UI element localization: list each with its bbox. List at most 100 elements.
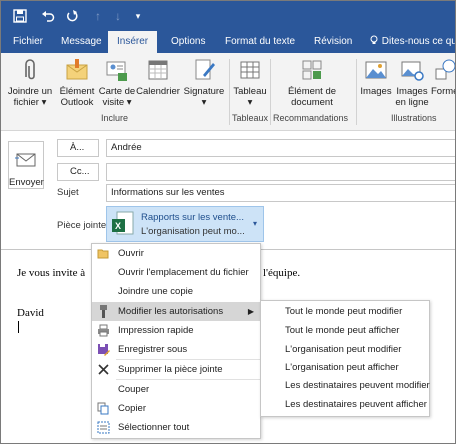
group-label-tableaux: Tableaux <box>232 113 269 123</box>
shapes-button[interactable]: Forme <box>431 57 456 97</box>
image-icon <box>363 57 389 83</box>
attachment-context-menu: Ouvrir Ouvrir l'emplacement du fichier J… <box>91 243 261 439</box>
title-bar: ↑ ↓ ▾ <box>1 1 455 31</box>
subject-field[interactable]: Informations sur les ventes <box>106 184 455 202</box>
online-images-button[interactable]: Images en ligne <box>393 57 431 108</box>
printer-icon <box>97 324 110 337</box>
save-as-icon <box>97 343 110 356</box>
delete-x-icon <box>97 363 110 376</box>
menu-item-ouvrir[interactable]: Ouvrir <box>92 244 260 263</box>
signature-icon <box>191 57 217 83</box>
images-label: Images <box>360 86 392 97</box>
undo-icon[interactable] <box>41 9 55 23</box>
folder-open-icon <box>97 247 110 260</box>
excel-file-icon: X <box>112 211 134 235</box>
tab-inserer[interactable]: Insérer <box>108 31 158 53</box>
ribbon-tabs: Fichier Message Insérer Options Format d… <box>1 31 456 53</box>
body-text-signature: David <box>17 307 44 319</box>
group-separator <box>229 59 230 125</box>
business-card-icon <box>104 57 130 83</box>
cc-field[interactable] <box>106 163 455 181</box>
table-label: Tableau ▾ <box>233 86 267 108</box>
menu-item-quick-print[interactable]: Impression rapide <box>92 321 260 340</box>
shapes-label: Forme <box>431 86 456 97</box>
wrench-icon <box>97 305 110 318</box>
submenu-item-everyone-edit[interactable]: Tout le monde peut modifier <box>261 302 429 321</box>
group-label-illustrations: Illustrations <box>391 113 437 123</box>
permissions-submenu: Tout le monde peut modifier Tout le mond… <box>260 300 430 417</box>
online-images-label: Images en ligne <box>395 86 429 108</box>
to-field[interactable]: Andrée <box>106 139 455 157</box>
menu-item-attach-copy[interactable]: Joindre une copie <box>92 282 260 301</box>
attachment-dropdown-icon[interactable]: ▾ <box>253 219 257 228</box>
copy-icon <box>97 402 110 415</box>
tab-format-du-texte[interactable]: Format du texte <box>225 31 295 53</box>
menu-item-modify-permissions[interactable]: Modifier les autorisations ▶ <box>92 302 260 321</box>
images-button[interactable]: Images <box>359 57 393 97</box>
tell-me-search[interactable]: Dites-nous ce qu <box>369 31 456 53</box>
submenu-item-everyone-view[interactable]: Tout le monde peut afficher <box>261 321 429 340</box>
document-item-icon <box>299 57 325 83</box>
calendar-label: Calendrier <box>136 86 180 97</box>
attachment-chip[interactable]: X Rapports sur les vente... L'organisati… <box>106 206 264 242</box>
tab-fichier[interactable]: Fichier <box>13 31 43 53</box>
svg-text:X: X <box>115 221 121 231</box>
attach-file-label: Joindre un fichier ▾ <box>7 86 53 108</box>
document-item-label: Élément de document <box>287 86 337 108</box>
menu-item-copy[interactable]: Copier <box>92 399 260 418</box>
submenu-item-recipients-view[interactable]: Les destinataires peuvent afficher <box>261 395 429 414</box>
body-text-line1-start: Je vous invite à <box>17 267 86 279</box>
paperclip-icon <box>17 57 43 83</box>
group-label-recommandations: Recommandations <box>273 113 349 123</box>
tab-options[interactable]: Options <box>171 31 205 53</box>
submenu-item-org-view[interactable]: L'organisation peut afficher <box>261 358 429 377</box>
menu-item-save-as[interactable]: Enregistrer sous <box>92 340 260 359</box>
attach-file-button[interactable]: Joindre un fichier ▾ <box>5 57 55 108</box>
select-all-icon <box>97 421 110 434</box>
signature-button[interactable]: Signature ▾ <box>183 57 225 108</box>
table-button[interactable]: Tableau ▾ <box>233 57 267 108</box>
body-text-line1-end: l'équipe. <box>263 267 301 279</box>
outlook-compose-window: ↑ ↓ ▾ Fichier Message Insérer Options Fo… <box>0 0 456 444</box>
menu-item-select-all[interactable]: Sélectionner tout <box>92 418 260 437</box>
menu-item-cut[interactable]: Couper <box>92 380 260 399</box>
business-card-label: Carte de visite ▾ <box>98 86 136 108</box>
cc-button[interactable]: Cc... <box>57 163 99 181</box>
submenu-item-org-edit[interactable]: L'organisation peut modifier <box>261 340 429 359</box>
to-button[interactable]: À... <box>57 139 99 157</box>
outlook-item-button[interactable]: Élément Outlook <box>57 57 97 108</box>
tab-message[interactable]: Message <box>61 31 102 53</box>
lightbulb-icon <box>370 35 378 44</box>
signature-label: Signature ▾ <box>183 86 225 108</box>
send-label: Envoyer <box>9 177 44 188</box>
redo-icon[interactable] <box>66 9 80 23</box>
group-separator <box>270 59 271 125</box>
calendar-button[interactable]: Calendrier <box>135 57 181 97</box>
menu-item-remove-attachment[interactable]: Supprimer la pièce jointe <box>92 360 260 379</box>
submenu-arrow-icon: ▶ <box>247 307 254 316</box>
text-cursor <box>18 321 19 333</box>
online-image-icon <box>399 57 425 83</box>
down-arrow-icon[interactable]: ↓ <box>111 9 125 23</box>
outlook-item-label: Élément Outlook <box>59 86 95 108</box>
up-arrow-icon[interactable]: ↑ <box>91 9 105 23</box>
tell-me-text: Dites-nous ce qu <box>381 36 456 47</box>
group-separator <box>356 59 357 125</box>
shapes-icon <box>433 57 455 83</box>
submenu-item-recipients-edit[interactable]: Les destinataires peuvent modifier <box>261 376 430 395</box>
subject-label: Sujet <box>57 187 79 198</box>
attachment-permission: L'organisation peut mo... <box>141 226 245 237</box>
save-icon[interactable] <box>13 9 27 23</box>
attachment-name: Rapports sur les vente... <box>141 212 244 223</box>
send-button[interactable]: Envoyer <box>8 141 44 189</box>
document-item-button[interactable]: Élément de document <box>279 57 345 108</box>
calendar-icon <box>145 57 171 83</box>
tab-revision[interactable]: Révision <box>314 31 352 53</box>
qat-customize-icon[interactable]: ▾ <box>131 9 145 23</box>
group-label-inclure: Inclure <box>101 113 129 123</box>
outlook-item-icon <box>64 57 90 83</box>
menu-item-open-location[interactable]: Ouvrir l'emplacement du fichier <box>92 263 260 282</box>
ribbon: Joindre un fichier ▾ Élément Outlook Carte… <box>1 53 456 131</box>
business-card-button[interactable]: Carte de visite ▾ <box>98 57 136 108</box>
send-envelope-icon <box>15 153 36 167</box>
